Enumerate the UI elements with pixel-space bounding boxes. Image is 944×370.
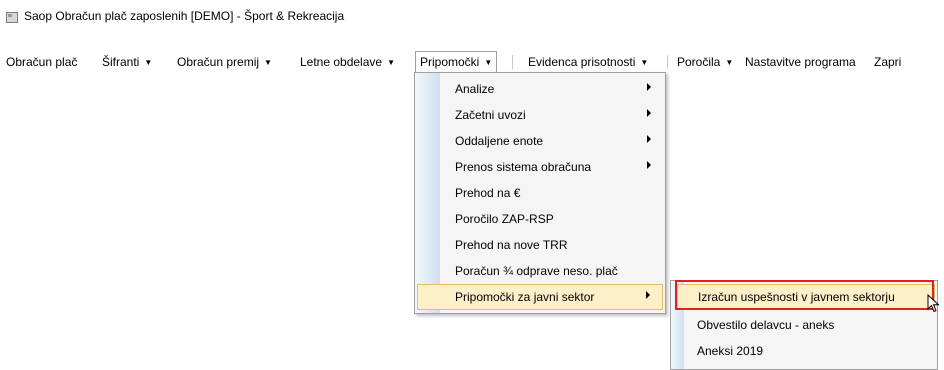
menu-zapri[interactable]: Zapri (874, 51, 901, 73)
menu-porocila[interactable]: Poročila ▼ (677, 51, 733, 73)
submenu-item-aneksi-2019[interactable]: Aneksi 2019 (677, 338, 935, 364)
dropdown-item-label: Pripomočki za javni sektor (455, 290, 595, 304)
mouse-cursor-icon (927, 294, 940, 313)
dropdown-item-prehod-na-nove-trr[interactable]: Prehod na nove TRR (417, 232, 663, 258)
menu-label: Zapri (874, 55, 902, 69)
chevron-down-icon: ▼ (640, 58, 649, 67)
dropdown-item-analize[interactable]: Analize (417, 76, 663, 102)
dropdown-item-label: Prehod na € (455, 186, 521, 200)
menu-obracun-plac[interactable]: Obračun plač (6, 51, 77, 73)
dropdown-item-prenos-sistema[interactable]: Prenos sistema obračuna (417, 154, 663, 180)
dropdown-item-javni-sektor[interactable]: Pripomočki za javni sektor (417, 284, 663, 310)
dropdown-item-zacetni-uvozi[interactable]: Začetni uvozi (417, 102, 663, 128)
dropdown-item-label: Poročilo ZAP-RSP (455, 212, 554, 226)
app-icon (6, 12, 18, 23)
dropdown-item-label: Oddaljene enote (455, 134, 544, 148)
dropdown-item-oddaljene-enote[interactable]: Oddaljene enote (417, 128, 663, 154)
dropdown-item-label: Prehod na nove TRR (455, 238, 568, 252)
title-bar: Saop Obračun plač zaposlenih [DEMO] - Šp… (0, 0, 944, 34)
menu-evidenca-prisotnosti[interactable]: Evidenca prisotnosti ▼ (528, 51, 648, 73)
dropdown-item-label: Analize (455, 82, 495, 96)
menu-separator (512, 55, 513, 69)
dropdown-item-porocilo-zap-rsp[interactable]: Poročilo ZAP-RSP (417, 206, 663, 232)
dropdown-item-label: Začetni uvozi (455, 108, 526, 122)
menu-label: Poročila (677, 55, 721, 69)
dropdown-item-label: Prenos sistema obračuna (455, 160, 592, 174)
submenu-arrow-icon (647, 83, 651, 91)
menu-obracun-premij[interactable]: Obračun premij ▼ (177, 51, 272, 73)
submenu-arrow-icon (647, 161, 651, 169)
dropdown-item-prehod-na-euro[interactable]: Prehod na € (417, 180, 663, 206)
menu-nastavitve-programa[interactable]: Nastavitve programa (745, 51, 856, 73)
submenu-arrow-icon (647, 135, 651, 143)
submenu-item-label: Obvestilo delavcu - aneks (697, 318, 835, 332)
submenu-arrow-icon (647, 109, 651, 117)
submenu-item-obvestilo-delavcu[interactable]: Obvestilo delavcu - aneks (677, 312, 935, 338)
chevron-down-icon: ▼ (387, 58, 395, 67)
menu-bar: Obračun plač Šifranti ▼ Obračun premij ▼ L… (0, 51, 944, 73)
menu-label: Šifranti (102, 55, 140, 69)
menu-sifranti[interactable]: Šifranti ▼ (102, 51, 152, 73)
menu-label: Letne obdelave (300, 55, 383, 69)
menu-separator (667, 55, 668, 69)
window-title: Saop Obračun plač zaposlenih [DEMO] - Šp… (24, 9, 345, 23)
pripomocki-dropdown: Analize Začetni uvozi Oddaljene enote Pr… (414, 72, 666, 314)
chevron-down-icon: ▼ (484, 58, 493, 67)
menu-pripomocki[interactable]: Pripomočki ▼ (415, 51, 498, 73)
menu-label: Evidenca prisotnosti (528, 55, 636, 69)
annotation-highlight-box (675, 280, 934, 310)
dropdown-item-label: Poračun ¾ odprave neso. plač (455, 264, 618, 278)
chevron-down-icon: ▼ (144, 58, 153, 67)
dropdown-item-poracun-odprave[interactable]: Poračun ¾ odprave neso. plač (417, 258, 663, 284)
chevron-down-icon: ▼ (725, 58, 734, 67)
menu-label: Obračun plač (6, 55, 78, 69)
menu-label: Pripomočki (420, 55, 480, 69)
menu-label: Nastavitve programa (745, 55, 856, 69)
menu-letne-obdelave[interactable]: Letne obdelave ▼ (300, 51, 395, 73)
submenu-arrow-icon (646, 291, 650, 299)
menu-label: Obračun premij (177, 55, 260, 69)
chevron-down-icon: ▼ (264, 58, 272, 67)
